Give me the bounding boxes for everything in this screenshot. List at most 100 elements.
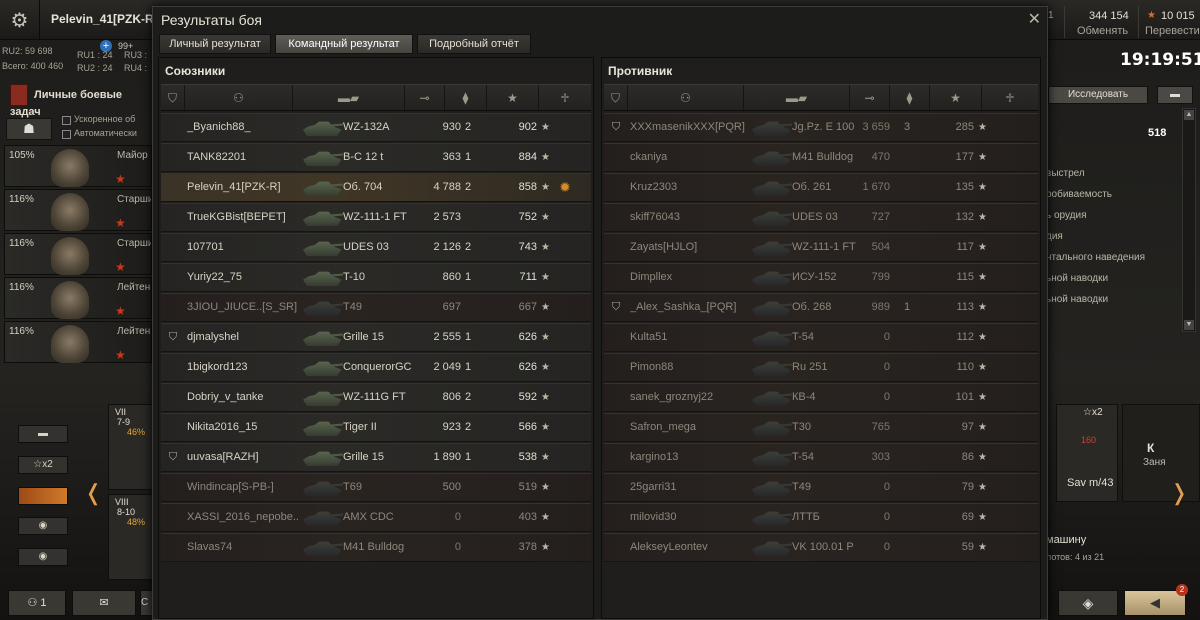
filter-icon-button[interactable]: ◉: [18, 517, 68, 535]
player-name[interactable]: Yuriy22_75: [187, 264, 315, 291]
damage-col-icon[interactable]: ⊸: [405, 85, 445, 112]
table-row[interactable]: Zayats[HJLO] WZ-111-1 FT 504 117 ★: [604, 233, 1038, 262]
player-name[interactable]: TrueKGBist[BEPET]: [187, 204, 315, 231]
player-name[interactable]: 25garri31: [630, 474, 760, 501]
tab-personal[interactable]: Личный результат: [159, 34, 271, 54]
tank-col-icon[interactable]: ▬▰: [744, 85, 850, 112]
scroll-down-icon[interactable]: ▼: [1184, 320, 1194, 330]
personal-missions[interactable]: Личные боевые задач: [10, 84, 150, 118]
player-name[interactable]: sanek_groznyj22: [630, 384, 760, 411]
table-row[interactable]: milovid30 ЛТТБ 0 69 ★: [604, 503, 1038, 532]
player-name[interactable]: Zayats[HJLO]: [630, 234, 760, 261]
clan-button[interactable]: ◈: [1058, 590, 1118, 616]
crew-button[interactable]: ☗: [6, 118, 52, 140]
tab-team[interactable]: Командный результат: [275, 34, 413, 54]
player-name[interactable]: Safron_mega: [630, 414, 760, 441]
xp-col-icon[interactable]: ★: [487, 85, 539, 112]
table-row[interactable]: 3JIOU_JIUCE..[S_SR] T49 697 667 ★: [161, 293, 591, 322]
player-name[interactable]: Pelevin_41[PZK-R]: [51, 12, 158, 26]
player-name[interactable]: Kruz2303: [630, 174, 760, 201]
table-row[interactable]: AlekseyLeontev VK 100.01 P 0 59 ★: [604, 533, 1038, 562]
platoon-button[interactable]: ⚇ 1: [8, 590, 66, 616]
player-name[interactable]: milovid30: [630, 504, 760, 531]
table-row[interactable]: Dimpllex ИСУ-152 799 115 ★: [604, 263, 1038, 292]
platoon-col-icon[interactable]: ⛉: [604, 85, 628, 112]
table-row[interactable]: Yuriy22_75 T-10 860 1 711 ★: [161, 263, 591, 292]
player-name[interactable]: Windincap[S-PB-]: [187, 474, 315, 501]
table-row[interactable]: 25garri31 T49 0 79 ★: [604, 473, 1038, 502]
table-row[interactable]: Slavas74 M41 Bulldog 0 378 ★: [161, 533, 591, 562]
player-name[interactable]: Dobriy_v_tanke: [187, 384, 315, 411]
table-row[interactable]: sanek_groznyj22 КВ-4 0 101 ★: [604, 383, 1038, 412]
player-col-icon[interactable]: ⚇: [628, 85, 744, 112]
carousel-left-arrow-icon[interactable]: ❬: [84, 480, 102, 506]
close-icon[interactable]: ✕: [1028, 9, 1041, 29]
table-row[interactable]: ⛉ XXXmasenikXXX[PQR] Jg.Pz. E 100 3 659 3 285…: [604, 113, 1038, 142]
kills-col-icon[interactable]: ⧫: [890, 85, 930, 112]
carousel-right-arrow-icon[interactable]: ❭: [1170, 480, 1188, 506]
vehicle-card[interactable]: VIII 8-10 48%: [108, 494, 154, 580]
gear-icon[interactable]: ⚙: [0, 0, 40, 40]
vehicle-card[interactable]: VII 7-9 46%: [108, 404, 154, 490]
table-row[interactable]: Kruz2303 Об. 261 1 670 135 ★: [604, 173, 1038, 202]
player-name[interactable]: djmalyshel: [187, 324, 315, 351]
tank-view-button[interactable]: ▬: [1157, 86, 1193, 104]
table-row[interactable]: 1bigkord123 ConquerorGC 2 049 1 626 ★: [161, 353, 591, 382]
player-name[interactable]: Pimon88: [630, 354, 760, 381]
player-name[interactable]: Nikita2016_15: [187, 414, 315, 441]
medal-col-icon[interactable]: ♱: [982, 85, 1038, 112]
crew-member[interactable]: 116% Старши ★: [4, 189, 152, 231]
convert-link[interactable]: Перевести: [1145, 25, 1200, 37]
research-button[interactable]: Исследовать: [1048, 86, 1148, 104]
table-row[interactable]: Pelevin_41[PZK-R] Об. 704 4 788 2 858 ★ ✹: [161, 173, 591, 202]
scrollbar[interactable]: ▲ ▼: [1182, 108, 1196, 332]
table-row[interactable]: kargino13 T-54 303 86 ★: [604, 443, 1038, 472]
medal-col-icon[interactable]: ♱: [539, 85, 591, 112]
filter-x2-button[interactable]: ☆x2: [18, 456, 68, 474]
filter-tank-type-button[interactable]: ▬: [18, 425, 68, 443]
player-col-icon[interactable]: ⚇: [185, 85, 293, 112]
table-row[interactable]: Safron_mega T30 765 97 ★: [604, 413, 1038, 442]
table-row[interactable]: _Byanich88_ WZ-132A 930 2 902 ★: [161, 113, 591, 142]
table-row[interactable]: Nikita2016_15 Tiger II 923 2 566 ★: [161, 413, 591, 442]
crew-member[interactable]: 105% Майор ★: [4, 145, 152, 187]
player-name[interactable]: 3JIOU_JIUCE..[S_SR]: [187, 294, 315, 321]
player-name[interactable]: Kulta51: [630, 324, 760, 351]
crew-member[interactable]: 116% Лейтен ★: [4, 277, 152, 319]
platoon-col-icon[interactable]: ⛉: [161, 85, 185, 112]
scroll-up-icon[interactable]: ▲: [1184, 110, 1194, 120]
chat-button[interactable]: ✉: [72, 590, 136, 616]
table-row[interactable]: skiff76043 UDES 03 727 132 ★: [604, 203, 1038, 232]
player-name[interactable]: kargino13: [630, 444, 760, 471]
table-row[interactable]: Pimon88 Ru 251 0 110 ★: [604, 353, 1038, 382]
player-name[interactable]: XXXmasenikXXX[PQR]: [630, 114, 760, 141]
player-name[interactable]: Slavas74: [187, 534, 315, 561]
player-name[interactable]: _Byanich88_: [187, 114, 315, 141]
buy-vehicle-label[interactable]: машину: [1046, 534, 1086, 546]
player-name[interactable]: 1bigkord123: [187, 354, 315, 381]
player-name[interactable]: skiff76043: [630, 204, 760, 231]
crew-member[interactable]: 116% Лейтен ★: [4, 321, 152, 363]
crew-member[interactable]: 116% Старши ★: [4, 233, 152, 275]
player-name[interactable]: TANK82201: [187, 144, 315, 171]
player-name[interactable]: 107701: [187, 234, 315, 261]
table-row[interactable]: XASSI_2016_nepobe.. AMX CDC 0 403 ★: [161, 503, 591, 532]
kills-col-icon[interactable]: ⧫: [445, 85, 487, 112]
filter-icon-button-2[interactable]: ◉: [18, 548, 68, 566]
xp-col-icon[interactable]: ★: [930, 85, 982, 112]
player-name[interactable]: _Alex_Sashka_[PQR]: [630, 294, 760, 321]
vehicle-card-selected[interactable]: ☆x2 160 Sav m/43: [1056, 404, 1118, 502]
tank-col-icon[interactable]: ▬▰: [293, 85, 405, 112]
table-row[interactable]: Windincap[S-PB-] T69 500 519 ★: [161, 473, 591, 502]
player-name[interactable]: XASSI_2016_nepobe..: [187, 504, 315, 531]
table-row[interactable]: TANK82201 В-С 12 t 363 1 884 ★: [161, 143, 591, 172]
filter-stripe-button[interactable]: [18, 487, 68, 505]
xp-box[interactable]: ★ 10 015 Перевести: [1138, 6, 1200, 38]
player-name[interactable]: Dimpllex: [630, 264, 760, 291]
auto-checkbox[interactable]: [62, 130, 71, 139]
table-row[interactable]: ⛉ djmalyshel Grille 15 2 555 1 626 ★: [161, 323, 591, 352]
table-row[interactable]: ⛉ uuvasa[RAZH] Grille 15 1 890 1 538 ★: [161, 443, 591, 472]
exchange-link[interactable]: Обменять: [1077, 25, 1128, 37]
accelerated-training-checkbox[interactable]: [62, 116, 71, 125]
table-row[interactable]: ⛉ _Alex_Sashka_[PQR] Об. 268 989 1 113 ★: [604, 293, 1038, 322]
